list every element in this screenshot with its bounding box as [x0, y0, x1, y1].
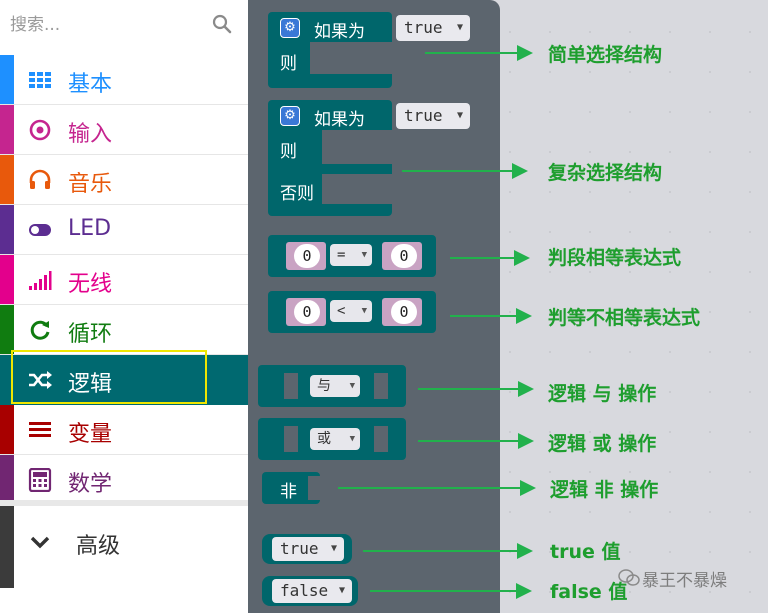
annotation-or: 逻辑 或 操作 — [548, 433, 657, 455]
annotation-not: 逻辑 非 操作 — [550, 479, 659, 501]
category-label: 无线 — [68, 272, 113, 297]
statement-slot — [322, 130, 394, 164]
toggle-icon — [29, 224, 51, 236]
category-variables[interactable]: 变量 — [0, 405, 248, 455]
true-dropdown[interactable]: true ▼ — [396, 15, 470, 41]
category-advanced[interactable]: 高级 — [0, 506, 248, 613]
annotation-complex-if: 复杂选择结构 — [548, 162, 663, 184]
category-loops[interactable]: 循环 — [0, 305, 248, 355]
category-label: 循环 — [68, 322, 113, 347]
boolean-slot — [308, 476, 320, 500]
operator-dropdown[interactable]: = ▼ — [330, 244, 372, 266]
search-icon[interactable] — [212, 14, 232, 34]
toolbox-sidebar: 基本 输入 音乐 LED — [0, 0, 248, 613]
annotation-true: true 值 — [550, 541, 621, 563]
annotation-arrow — [402, 163, 528, 179]
calculator-icon — [28, 468, 52, 492]
true-dropdown[interactable]: true ▼ — [396, 103, 470, 129]
category-stripe — [0, 155, 14, 204]
if-label: 如果为 — [314, 22, 365, 42]
not-label: 非 — [280, 482, 297, 502]
gear-icon[interactable]: ⚙ — [280, 106, 300, 126]
then-label: 则 — [280, 54, 297, 74]
boolean-slot — [374, 426, 388, 452]
headphones-icon — [29, 169, 51, 189]
annotation-equal: 判段相等表达式 — [548, 247, 682, 269]
grid-icon — [29, 72, 51, 88]
search-box — [0, 0, 248, 52]
if-else-block[interactable]: ⚙ 如果为 则 否则 — [268, 100, 394, 216]
annotation-not-equal: 判等不相等表达式 — [548, 307, 701, 329]
category-stripe — [0, 205, 14, 254]
category-label: LED — [68, 216, 112, 241]
annotation-false: false 值 — [550, 581, 628, 603]
annotation-arrow — [425, 45, 533, 61]
if-label: 如果为 — [314, 110, 365, 130]
category-led[interactable]: LED — [0, 205, 248, 255]
annotation-arrow — [450, 250, 530, 266]
category-input[interactable]: 输入 — [0, 105, 248, 155]
category-stripe — [0, 506, 14, 588]
number-input[interactable]: 0 — [294, 300, 320, 324]
category-stripe — [0, 105, 14, 154]
category-music[interactable]: 音乐 — [0, 155, 248, 205]
annotation-arrow — [450, 308, 532, 324]
category-label: 基本 — [68, 72, 113, 97]
category-label: 输入 — [68, 122, 113, 147]
category-label: 数学 — [68, 472, 113, 497]
boolean-slot — [284, 426, 298, 452]
chevron-down-icon — [30, 536, 50, 549]
then-label: 则 — [280, 142, 297, 162]
gear-icon[interactable]: ⚙ — [280, 18, 300, 38]
statement-slot — [322, 174, 394, 204]
annotation-simple-if: 简单选择结构 — [548, 44, 663, 66]
annotation-arrow — [338, 480, 536, 496]
and-or-dropdown[interactable]: 与 ▼ — [310, 375, 360, 397]
category-label: 变量 — [68, 422, 113, 447]
if-then-block[interactable]: ⚙ 如果为 则 — [268, 12, 394, 88]
category-label: 高级 — [76, 534, 121, 559]
else-label: 否则 — [280, 184, 314, 204]
annotation-arrow — [418, 433, 534, 449]
boolean-slot — [284, 373, 298, 399]
target-icon — [29, 119, 51, 141]
refresh-icon — [30, 320, 50, 340]
category-label: 音乐 — [68, 172, 113, 197]
true-dropdown[interactable]: true ▼ — [272, 537, 344, 561]
category-math[interactable]: 数学 — [0, 455, 248, 505]
number-input[interactable]: 0 — [391, 300, 417, 324]
number-input[interactable]: 0 — [294, 244, 320, 268]
boolean-slot — [374, 373, 388, 399]
category-stripe — [0, 305, 14, 354]
selection-highlight — [11, 350, 207, 404]
category-stripe — [0, 255, 14, 304]
number-input[interactable]: 0 — [391, 244, 417, 268]
category-stripe — [0, 405, 14, 454]
category-stripe — [0, 455, 14, 505]
and-or-dropdown[interactable]: 或 ▼ — [310, 428, 360, 450]
statement-slot — [310, 42, 394, 74]
watermark-text: 暴王不暴燥 — [642, 571, 727, 591]
annotation-arrow — [418, 381, 534, 397]
operator-dropdown[interactable]: < ▼ — [330, 300, 372, 322]
false-dropdown[interactable]: false ▼ — [272, 579, 352, 603]
category-radio[interactable]: 无线 — [0, 255, 248, 305]
wechat-logo-icon — [618, 569, 640, 586]
search-input[interactable] — [10, 10, 210, 40]
category-basic[interactable]: 基本 — [0, 55, 248, 105]
annotation-arrow — [363, 543, 533, 559]
category-stripe — [0, 55, 14, 104]
signal-icon — [29, 271, 52, 290]
annotation-and: 逻辑 与 操作 — [548, 383, 657, 405]
logic-not-block[interactable]: 非 — [262, 472, 320, 504]
annotation-arrow — [370, 583, 532, 599]
lines-icon — [29, 422, 51, 437]
